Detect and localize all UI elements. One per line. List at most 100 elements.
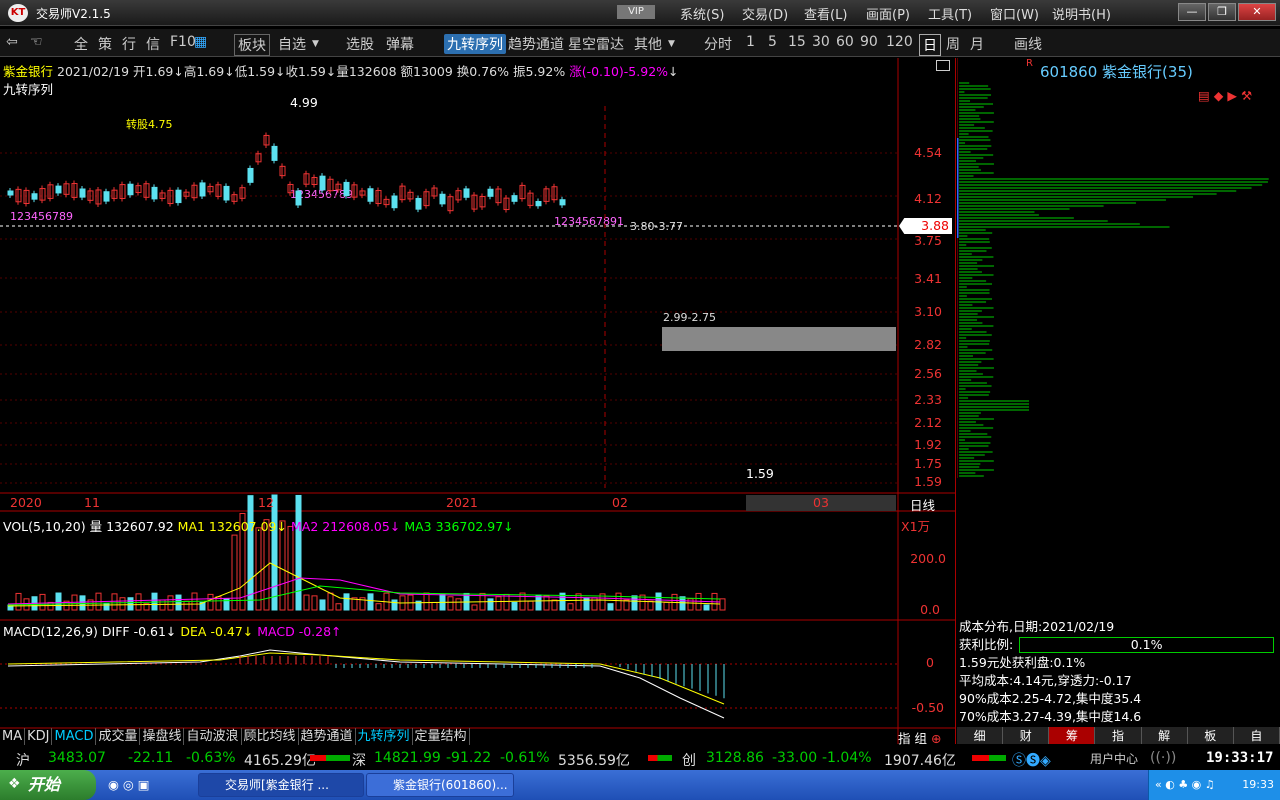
sz-pct: -0.61%	[500, 750, 550, 766]
toolbar-quote[interactable]: 行	[122, 34, 136, 54]
profit-label: 获利比例:	[959, 637, 1014, 652]
candle-body	[319, 175, 326, 191]
right-tool-icons[interactable]: ▤ ◆ ▶ ⚒	[1198, 88, 1252, 103]
price-tick: 2.33	[914, 392, 942, 407]
tab-quant-structure[interactable]: 定量结构	[413, 728, 470, 745]
toolbar-draw[interactable]: 画线	[1014, 34, 1042, 54]
toolbar-sector[interactable]: 板块	[234, 34, 270, 56]
tab-macd[interactable]: MACD	[52, 728, 97, 745]
macd-header: MACD(12,26,9) DIFF -0.61↓ DEA -0.47↓ MAC…	[3, 624, 342, 639]
cost-distribution-svg	[957, 58, 1269, 478]
tab-explain[interactable]: 解	[1141, 727, 1188, 744]
close-button[interactable]: ✕	[1238, 3, 1276, 21]
cy-amount: 1907.46亿	[884, 753, 956, 769]
tray-icons[interactable]: « ◐ ♣ ◉ ♫	[1155, 770, 1215, 800]
period-60[interactable]: 60	[836, 34, 854, 50]
task-trader[interactable]: 交易师[紫金银行 ...	[198, 773, 364, 797]
tab-auto-wave[interactable]: 自动波浪	[184, 728, 242, 745]
period-1[interactable]: 1	[746, 34, 755, 50]
tab-detail[interactable]: 细	[957, 727, 1004, 744]
menu-trade[interactable]: 交易(D)	[742, 4, 788, 23]
tab-custom[interactable]: 自	[1233, 727, 1280, 744]
menu-manual[interactable]: 说明书(H)	[1052, 4, 1111, 23]
period-minute[interactable]: 分时	[704, 34, 732, 54]
tab-ma[interactable]: MA	[0, 728, 26, 745]
toolbar-strategy[interactable]: 策	[98, 34, 112, 54]
volume-bar	[231, 534, 238, 611]
tab-trade-line[interactable]: 操盘线	[140, 728, 185, 745]
toolbar-watchlist[interactable]: 自选	[278, 34, 306, 54]
date-tick-highlight: 03	[746, 495, 896, 511]
tab-trend-channel[interactable]: 趋势通道	[299, 728, 356, 745]
clock: 19:33:17	[1206, 750, 1274, 766]
tab-sector[interactable]: 板	[1187, 727, 1234, 744]
maximize-button[interactable]: ❐	[1208, 3, 1236, 21]
price-tick: 2.82	[914, 337, 942, 352]
toolbar-info[interactable]: 信	[146, 34, 160, 54]
tab-finance[interactable]: 财	[1003, 727, 1050, 744]
price-tick: 1.75	[914, 456, 942, 471]
period-5[interactable]: 5	[768, 34, 777, 50]
toolbar-other[interactable]: 其他	[634, 34, 662, 54]
volume-bar	[343, 593, 350, 611]
kline-svg	[0, 58, 956, 744]
right-name: 紫金银行(35)	[1102, 63, 1193, 81]
tab-index[interactable]: 指	[898, 731, 911, 746]
tab-chips[interactable]: 筹	[1049, 727, 1096, 744]
volume-bar	[607, 603, 614, 611]
taskbar: 开始 ❖ ◉ ◎ ▣ 交易师[紫金银行 ... 紫金银行(601860)... …	[0, 770, 1280, 800]
period-day[interactable]: 日	[919, 34, 941, 56]
candle-body	[367, 188, 374, 202]
volume-bar	[167, 595, 174, 611]
period-90[interactable]: 90	[860, 34, 878, 50]
toolbar-nine-turn[interactable]: 九转序列	[444, 34, 506, 54]
menu-window[interactable]: 窗口(W)	[990, 4, 1039, 23]
tab-volume[interactable]: 成交量	[96, 728, 141, 745]
menu-screen[interactable]: 画面(P)	[866, 4, 910, 23]
layout-icon[interactable]: ▦	[194, 34, 207, 50]
volume-bar	[431, 601, 438, 611]
tab-gubi[interactable]: 顾比均线	[242, 728, 299, 745]
minimize-button[interactable]: —	[1178, 3, 1206, 21]
task-zijin[interactable]: 紫金银行(601860)...	[366, 773, 514, 797]
cy-change: -33.00	[772, 750, 818, 766]
period-30[interactable]: 30	[812, 34, 830, 50]
toolbar-trend-channel[interactable]: 趋势通道	[508, 34, 564, 54]
status-icons[interactable]: Ⓢ🅢◈	[1012, 750, 1051, 770]
volume-bar	[703, 604, 710, 611]
tab-indicator[interactable]: 指	[1095, 727, 1142, 744]
quicklaunch-icons[interactable]: ◉ ◎ ▣	[108, 777, 150, 792]
hand-icon[interactable]: ☜	[30, 34, 43, 50]
period-week[interactable]: 周	[946, 34, 960, 54]
toolbar-danmaku[interactable]: 弹幕	[386, 34, 414, 54]
toolbar-star-radar[interactable]: 星空雷达	[568, 34, 624, 54]
chart-area[interactable]: 紫金银行 2021/02/19 开1.69↓高1.69↓低1.59↓收1.59↓…	[0, 58, 956, 744]
toolbar-all[interactable]: 全	[74, 34, 88, 54]
profit-value: 0.1%	[1019, 637, 1274, 653]
period-month[interactable]: 月	[970, 34, 984, 54]
cost-tabs: 细 财 筹 指 解 板 自	[957, 727, 1280, 744]
volume-bar	[423, 592, 430, 611]
tab-kdj[interactable]: KDJ	[25, 728, 53, 745]
tab-group[interactable]: 组	[915, 731, 928, 746]
toolbar-f10[interactable]: F10	[170, 34, 196, 50]
chevron-down-icon[interactable]: ▼	[668, 39, 675, 49]
volume-bar	[247, 495, 254, 611]
menu-system[interactable]: 系统(S)	[680, 4, 724, 23]
chevron-down-icon[interactable]: ▼	[312, 39, 319, 49]
back-icon[interactable]: ⇦	[6, 34, 18, 50]
user-center[interactable]: 用户中心	[1090, 750, 1138, 767]
period-120[interactable]: 120	[886, 34, 913, 50]
date-tick: 12	[258, 495, 274, 510]
add-icon[interactable]: ⊕	[931, 731, 941, 746]
cost-title: 成本分布,日期:2021/02/19	[959, 619, 1115, 634]
period-label: 日线	[910, 498, 936, 513]
candle-body	[271, 145, 278, 161]
candle-body	[391, 195, 398, 209]
vip-badge[interactable]: VIP	[617, 5, 655, 19]
menu-tools[interactable]: 工具(T)	[928, 4, 972, 23]
toolbar-screener[interactable]: 选股	[346, 34, 374, 54]
menu-view[interactable]: 查看(L)	[804, 4, 847, 23]
tab-nine-turn[interactable]: 九转序列	[356, 728, 413, 745]
period-15[interactable]: 15	[788, 34, 806, 50]
